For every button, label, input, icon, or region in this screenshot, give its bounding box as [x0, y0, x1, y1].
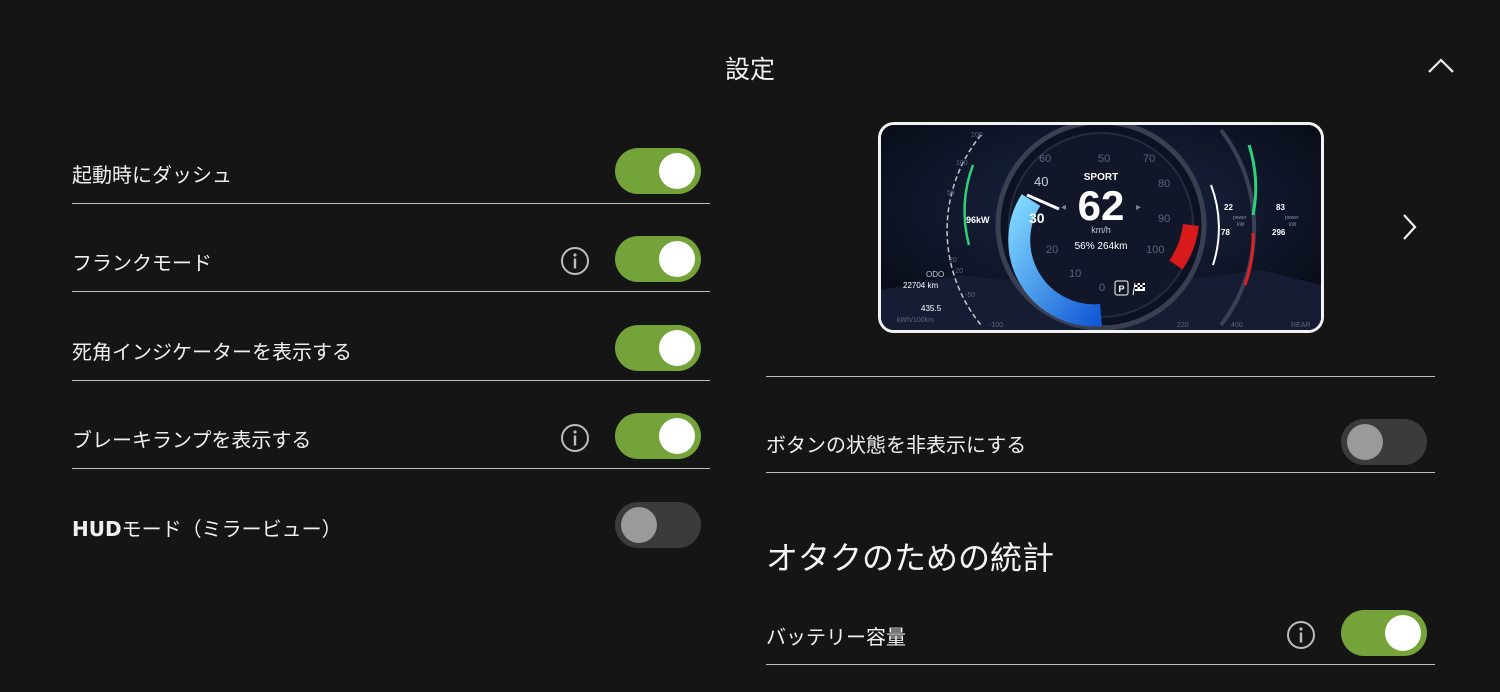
setting-label: ブレーキランプを表示する	[72, 428, 312, 452]
right-scale-label: 220	[1177, 322, 1189, 329]
setting-label: バッテリー容量	[766, 625, 906, 649]
page-title: 設定	[724, 55, 775, 84]
gear-indicator: P	[1118, 284, 1124, 294]
front-power-bottom: 78	[1221, 228, 1230, 237]
scale-label: 50	[1098, 153, 1110, 165]
speed-unit: km/h	[1091, 225, 1111, 235]
scale-label: 40	[1034, 174, 1048, 189]
frunk-mode-toggle[interactable]	[615, 236, 701, 282]
info-icon[interactable]	[1286, 620, 1316, 650]
toggle-knob	[1385, 615, 1421, 651]
info-icon[interactable]	[560, 423, 590, 453]
rear-label: REAR	[1291, 322, 1310, 329]
scale-label: 20	[1046, 244, 1058, 256]
power-label: power	[1233, 215, 1247, 221]
left-scale-label: 200	[971, 132, 983, 139]
toggle-knob	[621, 507, 657, 543]
battery-capacity-toggle[interactable]	[1341, 610, 1427, 656]
left-arrow-icon: ◂	[1061, 202, 1066, 213]
odo-label: ODO	[926, 270, 944, 279]
consumption-value: 435.5	[921, 304, 942, 313]
left-power: 96kW	[966, 215, 990, 225]
power-label: power	[1285, 215, 1299, 221]
front-power-top: 22	[1224, 203, 1233, 212]
setting-row-frunk-mode: フランクモード	[72, 233, 710, 292]
scale-label: 10	[1069, 268, 1081, 280]
section-title-nerd-stats: オタクのための統計	[766, 539, 1055, 577]
left-scale-label: 50	[947, 190, 955, 197]
right-scale-label: 400	[1231, 322, 1243, 329]
scale-label: 100	[1146, 244, 1164, 256]
hud-mode-toggle[interactable]	[615, 502, 701, 548]
hud-label-rest: モード（ミラービュー）	[121, 517, 342, 541]
dashboard-preview[interactable]: 60 50 70 80 90 100 20 10 0 40 30 SPORT 6…	[878, 122, 1324, 333]
setting-label: 死角インジケーターを表示する	[72, 340, 352, 364]
right-arrow-icon: ▸	[1136, 202, 1141, 213]
scale-label: 70	[1143, 153, 1155, 165]
setting-row-battery-capacity: バッテリー容量	[766, 606, 1435, 665]
toggle-knob	[659, 153, 695, 189]
consumption-unit: kWh/100km	[897, 317, 934, 324]
scale-label: 90	[1158, 213, 1170, 225]
info-icon[interactable]	[560, 246, 590, 276]
brake-lights-toggle[interactable]	[615, 413, 701, 459]
power-unit: kW	[1289, 222, 1297, 228]
scale-label: 30	[1029, 210, 1045, 226]
power-unit: kW	[1237, 222, 1245, 228]
setting-label: ボタンの状態を非表示にする	[766, 433, 1027, 457]
scale-label: 60	[1039, 153, 1051, 165]
setting-row-hide-button-state: ボタンの状態を非表示にする	[766, 414, 1435, 473]
setting-row-dash-on-start: 起動時にダッシュ	[72, 145, 710, 204]
toggle-knob	[1347, 424, 1383, 460]
hud-label-bold: HUD	[72, 517, 122, 541]
setting-label: 起動時にダッシュ	[72, 163, 232, 187]
blindspot-indicator-toggle[interactable]	[615, 325, 701, 371]
speed-readout: 62	[1078, 182, 1125, 229]
setting-row-blindspot: 死角インジケーターを表示する	[72, 322, 710, 381]
setting-label: HUDモード（ミラービュー）	[72, 513, 342, 542]
left-scale-label: -100	[989, 322, 1003, 329]
dash-on-start-toggle[interactable]	[615, 148, 701, 194]
battery-range: 56% 264km	[1075, 241, 1128, 252]
scale-label: 0	[1099, 282, 1105, 294]
left-scale-label: 100	[956, 160, 968, 167]
toggle-knob	[659, 330, 695, 366]
left-scale-label: -20	[953, 268, 963, 275]
preview-divider	[766, 376, 1435, 377]
left-scale-label: -50	[965, 292, 975, 299]
setting-label: フランクモード	[72, 251, 212, 275]
toggle-knob	[659, 418, 695, 454]
setting-row-hud-mode: HUDモード（ミラービュー）	[72, 499, 710, 557]
chevron-right-icon[interactable]	[1395, 210, 1423, 244]
odo-value: 22704 km	[903, 281, 938, 290]
left-scale-label: 20	[949, 257, 957, 264]
hide-button-state-toggle[interactable]	[1341, 419, 1427, 465]
scale-label: 80	[1158, 178, 1170, 190]
chevron-up-icon[interactable]	[1425, 52, 1457, 78]
setting-row-brake-lights: ブレーキランプを表示する	[72, 410, 710, 469]
rear-power-top: 83	[1276, 203, 1285, 212]
toggle-knob	[659, 241, 695, 277]
rear-power-bottom: 296	[1272, 228, 1286, 237]
